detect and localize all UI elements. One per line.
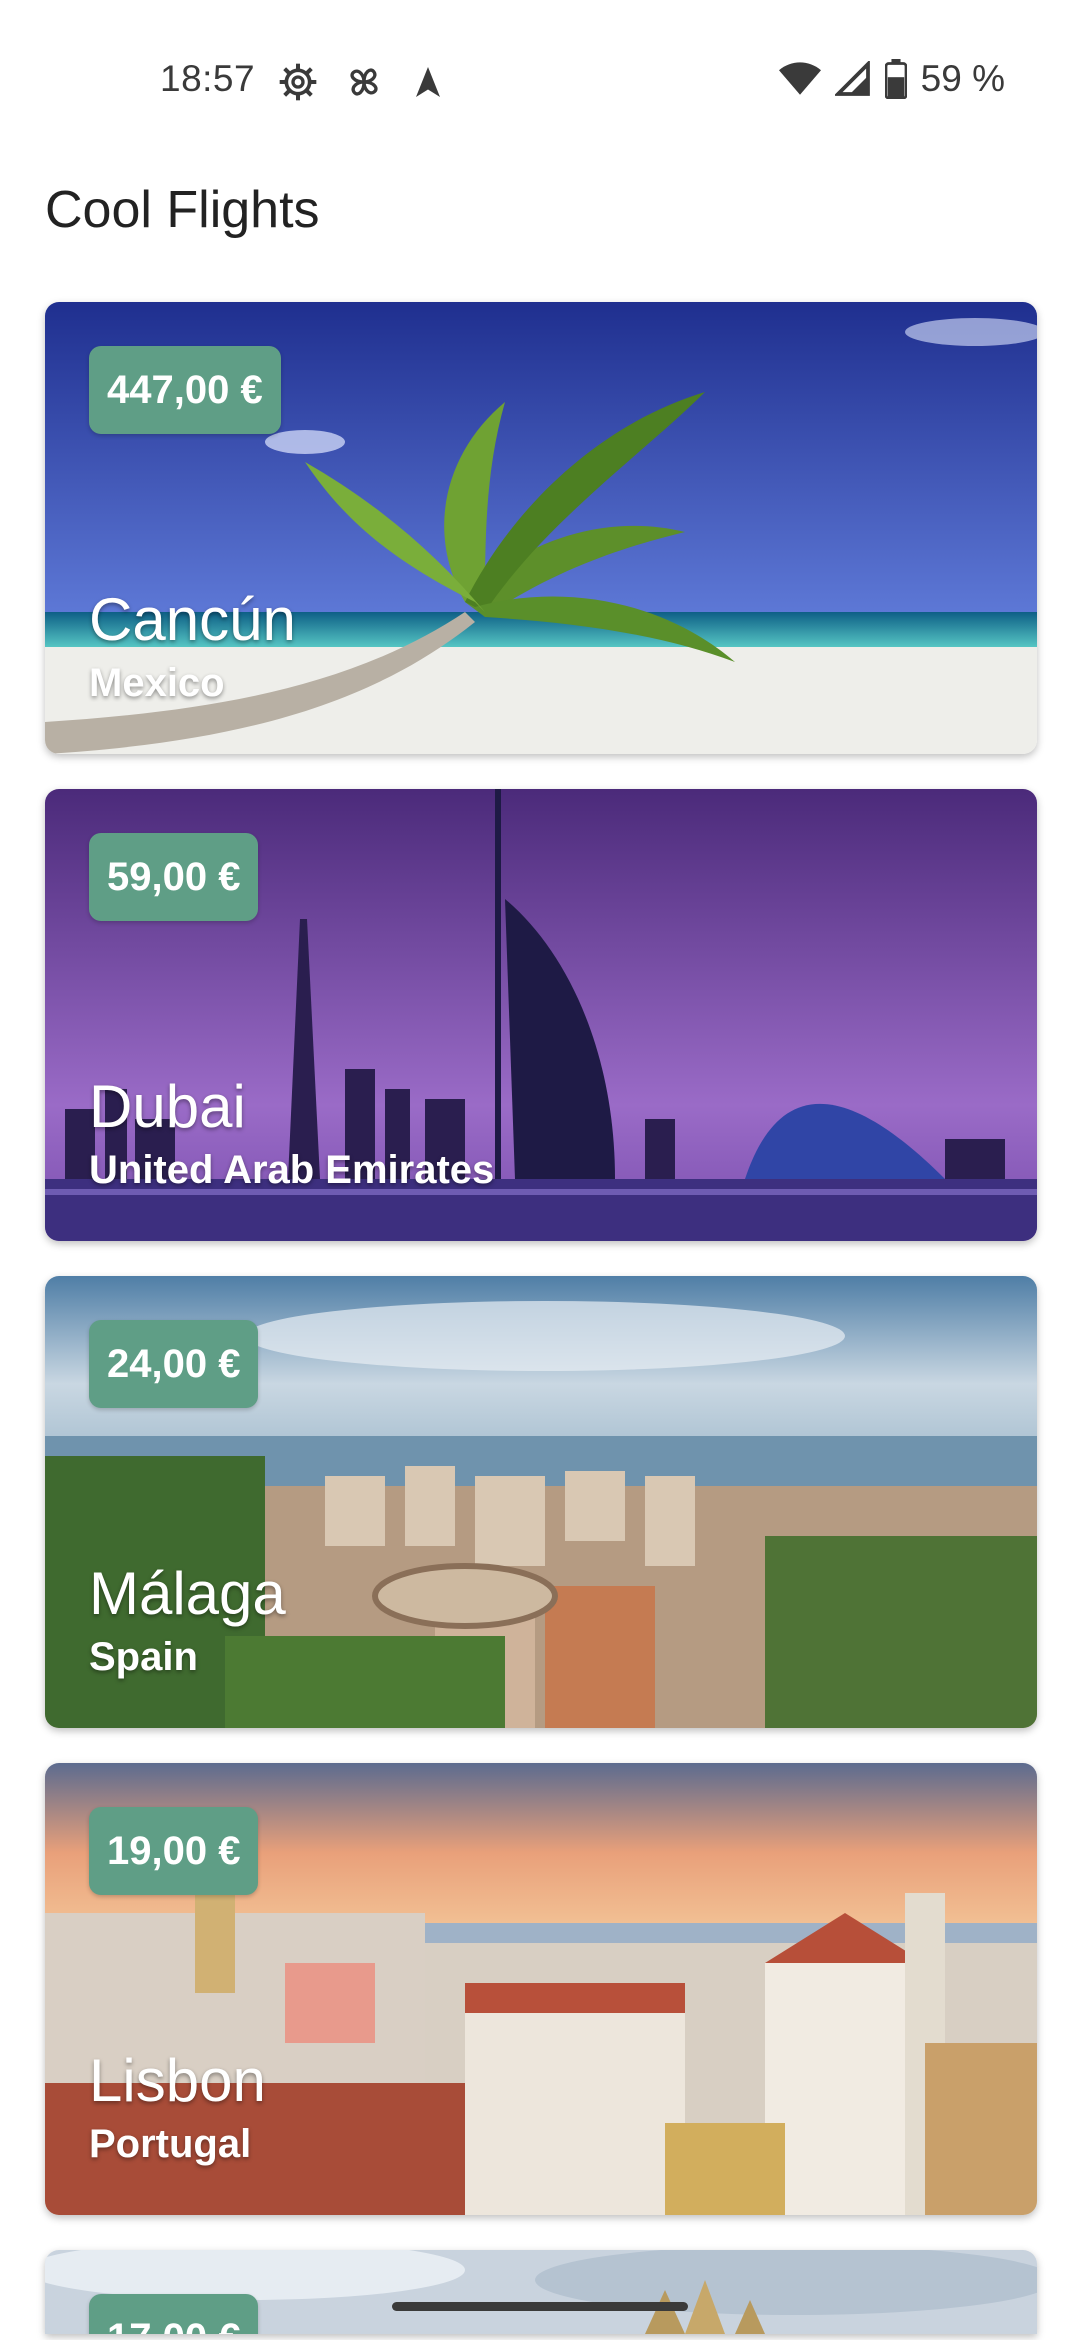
- city-name: Lisbon: [89, 2047, 266, 2114]
- flight-list[interactable]: 447,00 € Cancún Mexico 59,00 € Dubai Uni…: [45, 302, 1037, 2334]
- settings-gear-icon: [279, 63, 317, 101]
- country-name: United Arab Emirates: [89, 1148, 495, 1192]
- flight-card-malaga[interactable]: 24,00 € Málaga Spain: [45, 1276, 1037, 1728]
- flight-card-cancun[interactable]: 447,00 € Cancún Mexico: [45, 302, 1037, 754]
- status-bar: 18:57 59 %: [0, 0, 1080, 160]
- status-notification-icons: [278, 62, 446, 102]
- price-badge: 24,00 €: [89, 1320, 259, 1408]
- navigation-arrow-icon: [416, 67, 440, 97]
- city-name: Dubai: [89, 1073, 246, 1140]
- city-name: Cancún: [89, 586, 296, 653]
- country-name: Mexico: [89, 661, 225, 705]
- flight-card-dubai[interactable]: 59,00 € Dubai United Arab Emirates: [45, 789, 1037, 1241]
- cellular-signal-icon: [834, 61, 870, 96]
- home-indicator-bar[interactable]: [392, 2302, 688, 2311]
- flight-card-lisbon[interactable]: 19,00 € Lisbon Portugal: [45, 1763, 1037, 2215]
- battery-icon: [884, 59, 907, 99]
- price-badge: 19,00 €: [89, 1807, 259, 1895]
- country-name: Portugal: [89, 2122, 252, 2166]
- fan-icon: [350, 68, 378, 96]
- flight-card-partial[interactable]: 17,00 €: [45, 2250, 1037, 2334]
- battery-percentage: 59 %: [920, 58, 1005, 99]
- price-badge: 447,00 €: [89, 346, 281, 434]
- price-badge: 17,00 €: [89, 2294, 259, 2334]
- status-system-icons: 59 %: [778, 58, 1005, 100]
- country-name: Spain: [89, 1635, 198, 1679]
- wifi-icon: [778, 62, 821, 95]
- status-time: 18:57: [160, 58, 256, 99]
- price-badge: 59,00 €: [89, 833, 259, 921]
- city-name: Málaga: [89, 1560, 286, 1627]
- page-title: Cool Flights: [45, 181, 320, 239]
